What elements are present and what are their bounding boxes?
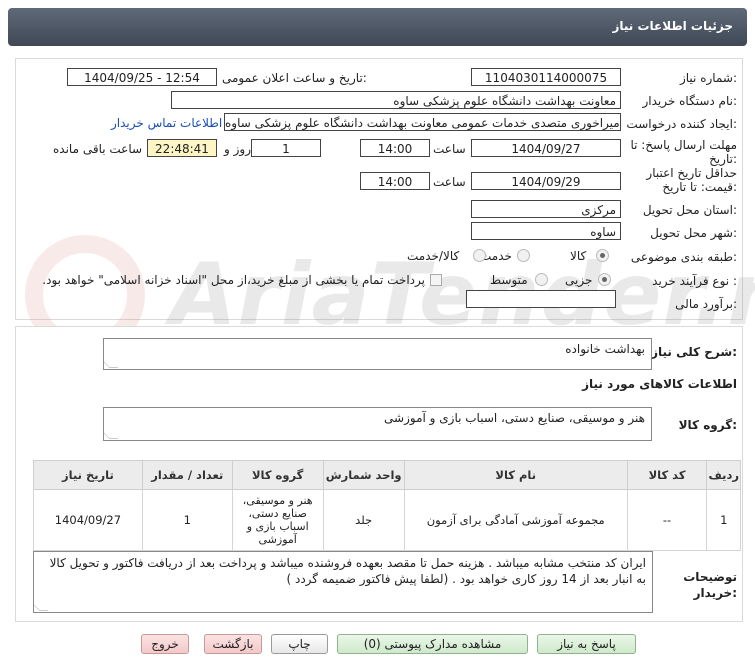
description-label: شرح کلی نیاز: — [651, 345, 737, 359]
purchase-option-medium: متوسط — [490, 273, 528, 287]
view-attachments-button[interactable]: مشاهده مدارک پیوستی (0) — [337, 634, 528, 654]
col-header-group: گروه کالا — [231, 460, 324, 490]
goods-group-field[interactable]: هنر و موسیقی، صنایع دستی، اسباب بازی و آ… — [103, 407, 652, 441]
reply-deadline-label-2: تاریخ: — [709, 152, 737, 166]
category-radio-goods[interactable] — [596, 249, 609, 262]
resize-grip-icon[interactable] — [104, 359, 119, 368]
treasury-payment-note: پرداخت تمام یا بخشی از مبلغ خرید،از محل … — [42, 273, 425, 287]
goods-group-label: گروه کالا: — [678, 418, 737, 432]
cell-date: 1404/09/27 — [33, 489, 143, 551]
need-number-label: شماره نیاز: — [679, 71, 737, 85]
category-option-both: کالا/خدمت — [407, 249, 460, 263]
col-header-code: کد کالا — [626, 460, 708, 490]
cell-name: مجموعه آموزشی آمادگی برای آزمون — [403, 489, 628, 551]
col-header-qty: تعداد / مقدار — [141, 460, 233, 490]
cell-qty: 1 — [141, 489, 233, 551]
reply-days-field: 1 — [251, 139, 321, 157]
reply-time-field: 14:00 — [360, 139, 430, 157]
estimate-label: برآورد مالی: — [675, 297, 737, 311]
buyer-notes-label-1: توضیحات — [683, 570, 737, 584]
purchase-option-minor: جزیی — [565, 273, 593, 287]
reply-date-field: 1404/09/27 — [471, 139, 621, 157]
requester-label: ایجاد کننده درخواست: — [626, 117, 737, 131]
validity-label-2: قیمت: تا تاریخ: — [662, 180, 737, 194]
reply-days-label: روز و — [224, 142, 251, 156]
city-field: ساوه — [471, 222, 621, 240]
purchase-type-label: نوع فرآیند خرید : — [652, 274, 737, 288]
category-label: طبقه بندی موضوعی: — [630, 250, 737, 264]
table-row[interactable]: 1 -- مجموعه آموزشی آمادگی برای آزمون جلد… — [33, 489, 741, 551]
col-header-unit: واحد شمارش — [322, 460, 405, 490]
items-table: ردیف کد کالا نام کالا واحد شمارش گروه کا… — [33, 460, 741, 551]
purchase-radio-minor[interactable] — [598, 273, 611, 286]
goods-group-text: هنر و موسیقی، صنایع دستی، اسباب بازی و آ… — [384, 411, 645, 425]
cell-row: 1 — [706, 489, 741, 551]
estimate-field[interactable] — [466, 290, 616, 308]
category-radio-service[interactable] — [517, 249, 530, 262]
col-header-row: ردیف — [706, 460, 741, 490]
validity-label-1: حداقل تاریخ اعتبار — [646, 166, 737, 180]
reply-time-label: ساعت — [433, 142, 466, 156]
buyer-contact-link[interactable]: اطلاعات تماس خریدار — [111, 116, 222, 130]
province-label: استان محل تحویل: — [642, 203, 737, 217]
treasury-payment-checkbox[interactable] — [430, 274, 442, 286]
buyer-notes-text: ایران کد منتخب مشابه میباشد . هزینه حمل … — [49, 556, 646, 586]
resize-grip-icon[interactable] — [34, 602, 49, 611]
page-title: جزئیات اطلاعات نیاز — [612, 19, 733, 33]
remaining-time-label: ساعت باقی مانده — [53, 142, 143, 156]
goods-info-title: اطلاعات کالاهای مورد نیاز — [582, 377, 737, 391]
table-header-row: ردیف کد کالا نام کالا واحد شمارش گروه کا… — [33, 460, 741, 490]
announce-datetime-field: 1404/09/25 - 12:54 — [67, 68, 217, 86]
col-header-date: تاریخ نیاز — [33, 460, 143, 490]
reply-button[interactable]: پاسخ به نیاز — [537, 634, 636, 654]
validity-time-label: ساعت — [433, 175, 466, 189]
province-field: مرکزی — [471, 200, 621, 218]
buyer-org-field: معاونت بهداشت دانشگاه علوم پزشکی ساوه — [171, 91, 621, 109]
col-header-name: نام کالا — [403, 460, 628, 490]
resize-grip-icon[interactable] — [104, 430, 119, 439]
print-button[interactable]: چاپ — [271, 634, 328, 654]
cell-group: هنر و موسیقی، صنایع دستی، اسباب بازی و آ… — [231, 489, 324, 551]
buyer-org-label: نام دستگاه خریدار: — [642, 94, 738, 108]
cell-code: -- — [626, 489, 708, 551]
announce-datetime-label: تاریخ و ساعت اعلان عمومی: — [222, 71, 367, 85]
validity-time-field: 14:00 — [360, 172, 430, 190]
buyer-notes-label-2: خریدار: — [693, 586, 737, 600]
buyer-notes-field[interactable]: ایران کد منتخب مشابه میباشد . هزینه حمل … — [33, 551, 653, 613]
exit-button[interactable]: خروج — [141, 634, 189, 654]
back-button[interactable]: بازگشت — [204, 634, 262, 654]
category-radio-both[interactable] — [473, 249, 486, 262]
purchase-radio-medium[interactable] — [535, 273, 548, 286]
reply-deadline-label-1: مهلت ارسال پاسخ: تا — [630, 138, 737, 152]
category-option-goods: کالا — [570, 249, 587, 263]
title-bar: جزئیات اطلاعات نیاز — [8, 8, 747, 46]
need-number-field: 1104030114000075 — [471, 68, 621, 86]
city-label: شهر محل تحویل: — [650, 226, 737, 240]
validity-date-field: 1404/09/29 — [471, 172, 621, 190]
description-field[interactable]: بهداشت خانواده — [103, 338, 652, 370]
description-text: بهداشت خانواده — [565, 342, 645, 356]
remaining-time-field: 22:48:41 — [147, 139, 217, 157]
cell-unit: جلد — [322, 489, 405, 551]
requester-field: جواد میراخوری متصدی خدمات عمومی معاونت ب… — [224, 113, 621, 131]
